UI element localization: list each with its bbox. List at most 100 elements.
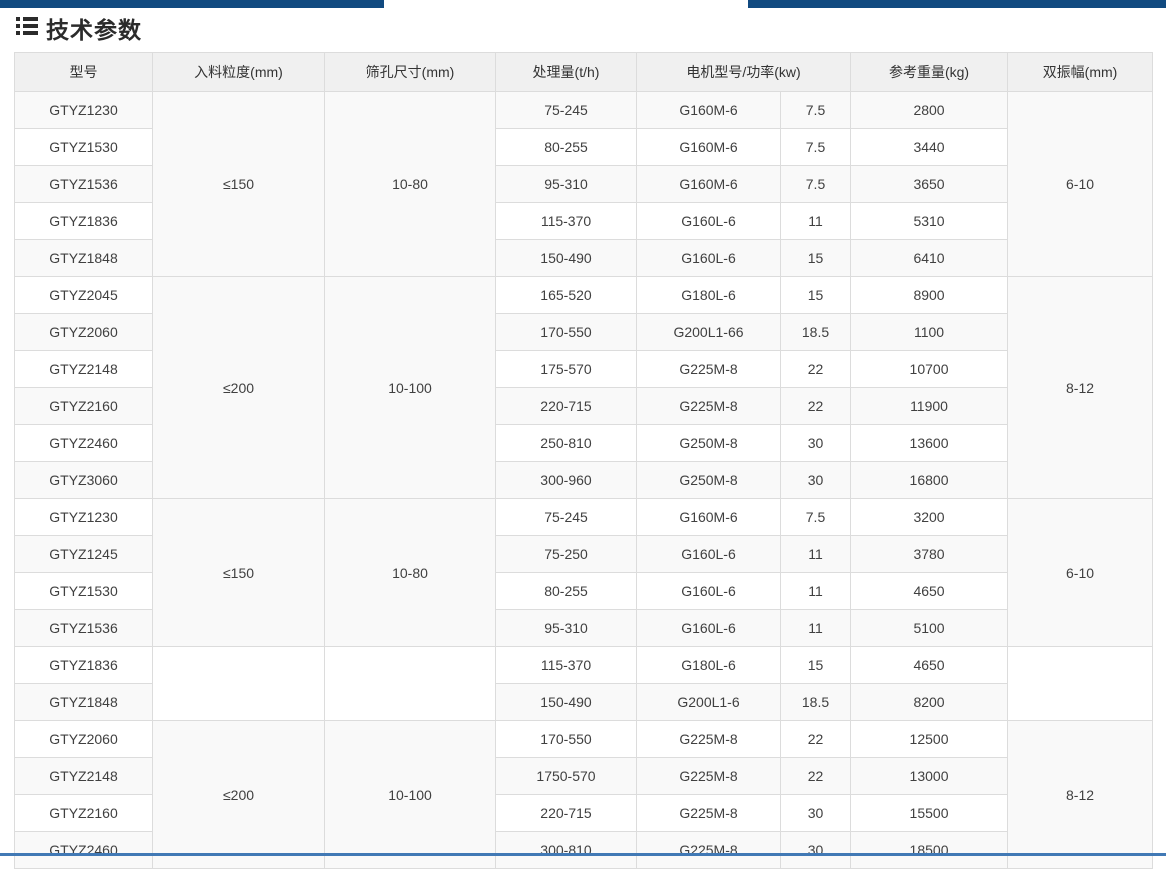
motor-cell: G225M-8 bbox=[637, 388, 781, 425]
weight-cell: 4650 bbox=[851, 573, 1008, 610]
power-cell: 15 bbox=[781, 277, 851, 314]
weight-cell: 4650 bbox=[851, 647, 1008, 684]
power-cell: 15 bbox=[781, 647, 851, 684]
model-cell: GTYZ1536 bbox=[15, 166, 153, 203]
motor-cell: G160M-6 bbox=[637, 499, 781, 536]
motor-cell: G160L-6 bbox=[637, 203, 781, 240]
capacity-cell: 220-715 bbox=[496, 388, 637, 425]
weight-cell: 8900 bbox=[851, 277, 1008, 314]
model-cell: GTYZ2148 bbox=[15, 758, 153, 795]
topbar-right-segment bbox=[748, 0, 1166, 8]
power-cell: 22 bbox=[781, 388, 851, 425]
model-cell: GTYZ1230 bbox=[15, 92, 153, 129]
model-cell: GTYZ2160 bbox=[15, 388, 153, 425]
amplitude-cell: 6-10 bbox=[1008, 499, 1153, 647]
section-header: 技术参数 bbox=[16, 8, 142, 48]
motor-cell: G160L-6 bbox=[637, 536, 781, 573]
model-cell: GTYZ1836 bbox=[15, 647, 153, 684]
capacity-cell: 75-245 bbox=[496, 499, 637, 536]
weight-cell: 6410 bbox=[851, 240, 1008, 277]
weight-cell: 18500 bbox=[851, 832, 1008, 869]
power-cell: 18.5 bbox=[781, 684, 851, 721]
model-cell: GTYZ1530 bbox=[15, 573, 153, 610]
spec-table-container: 型号 入料粒度(mm) 筛孔尺寸(mm) 处理量(t/h) 电机型号/功率(kw… bbox=[14, 52, 1153, 869]
capacity-cell: 115-370 bbox=[496, 647, 637, 684]
capacity-cell: 150-490 bbox=[496, 684, 637, 721]
header-sieve-size: 筛孔尺寸(mm) bbox=[325, 53, 496, 92]
sieve-size-cell: 10-100 bbox=[325, 277, 496, 499]
header-feed-size: 入料粒度(mm) bbox=[153, 53, 325, 92]
capacity-cell: 95-310 bbox=[496, 166, 637, 203]
weight-cell: 16800 bbox=[851, 462, 1008, 499]
weight-cell: 15500 bbox=[851, 795, 1008, 832]
motor-cell: G180L-6 bbox=[637, 647, 781, 684]
model-cell: GTYZ2060 bbox=[15, 721, 153, 758]
capacity-cell: 220-715 bbox=[496, 795, 637, 832]
weight-cell: 3650 bbox=[851, 166, 1008, 203]
model-cell: GTYZ2045 bbox=[15, 277, 153, 314]
page-title: 技术参数 bbox=[46, 11, 142, 45]
capacity-cell: 175-570 bbox=[496, 351, 637, 388]
model-cell: GTYZ2460 bbox=[15, 425, 153, 462]
motor-cell: G225M-8 bbox=[637, 351, 781, 388]
model-cell: GTYZ2060 bbox=[15, 314, 153, 351]
weight-cell: 11900 bbox=[851, 388, 1008, 425]
power-cell: 11 bbox=[781, 536, 851, 573]
motor-cell: G225M-8 bbox=[637, 758, 781, 795]
weight-cell: 5310 bbox=[851, 203, 1008, 240]
model-cell: GTYZ1245 bbox=[15, 536, 153, 573]
header-motor-power: 电机型号/功率(kw) bbox=[637, 53, 851, 92]
feed-size-cell: ≤200 bbox=[153, 277, 325, 499]
weight-cell: 5100 bbox=[851, 610, 1008, 647]
motor-cell: G225M-8 bbox=[637, 795, 781, 832]
topbar-left-segment bbox=[0, 0, 384, 8]
weight-cell: 13600 bbox=[851, 425, 1008, 462]
weight-cell: 1100 bbox=[851, 314, 1008, 351]
model-cell: GTYZ3060 bbox=[15, 462, 153, 499]
weight-cell: 2800 bbox=[851, 92, 1008, 129]
amplitude-cell: 6-10 bbox=[1008, 92, 1153, 277]
power-cell: 7.5 bbox=[781, 92, 851, 129]
power-cell: 7.5 bbox=[781, 129, 851, 166]
power-cell: 7.5 bbox=[781, 166, 851, 203]
header-model: 型号 bbox=[15, 53, 153, 92]
table-row: GTYZ2060 ≤200 10-100 170-550 G225M-8 22 … bbox=[15, 721, 1153, 758]
sieve-size-cell: 10-100 bbox=[325, 721, 496, 869]
model-cell: GTYZ1536 bbox=[15, 610, 153, 647]
capacity-cell: 95-310 bbox=[496, 610, 637, 647]
weight-cell: 3200 bbox=[851, 499, 1008, 536]
model-cell: GTYZ1848 bbox=[15, 684, 153, 721]
list-icon bbox=[16, 16, 38, 41]
feed-size-cell: ≤150 bbox=[153, 92, 325, 277]
model-cell: GTYZ2148 bbox=[15, 351, 153, 388]
header-amplitude: 双振幅(mm) bbox=[1008, 53, 1153, 92]
power-cell: 30 bbox=[781, 425, 851, 462]
power-cell: 11 bbox=[781, 203, 851, 240]
capacity-cell: 170-550 bbox=[496, 314, 637, 351]
capacity-cell: 75-245 bbox=[496, 92, 637, 129]
weight-cell: 13000 bbox=[851, 758, 1008, 795]
power-cell: 11 bbox=[781, 610, 851, 647]
sieve-size-cell bbox=[325, 647, 496, 721]
power-cell: 30 bbox=[781, 462, 851, 499]
table-row: GTYZ1836 115-370 G180L-6 15 4650 bbox=[15, 647, 1153, 684]
amplitude-cell: 8-12 bbox=[1008, 277, 1153, 499]
model-cell: GTYZ1230 bbox=[15, 499, 153, 536]
power-cell: 22 bbox=[781, 721, 851, 758]
motor-cell: G200L1-66 bbox=[637, 314, 781, 351]
motor-cell: G160M-6 bbox=[637, 129, 781, 166]
power-cell: 7.5 bbox=[781, 499, 851, 536]
header-weight: 参考重量(kg) bbox=[851, 53, 1008, 92]
power-cell: 18.5 bbox=[781, 314, 851, 351]
table-header-row: 型号 入料粒度(mm) 筛孔尺寸(mm) 处理量(t/h) 电机型号/功率(kw… bbox=[15, 53, 1153, 92]
capacity-cell: 1750-570 bbox=[496, 758, 637, 795]
capacity-cell: 170-550 bbox=[496, 721, 637, 758]
motor-cell: G160L-6 bbox=[637, 573, 781, 610]
sieve-size-cell: 10-80 bbox=[325, 499, 496, 647]
motor-cell: G160L-6 bbox=[637, 240, 781, 277]
amplitude-cell: 8-12 bbox=[1008, 721, 1153, 869]
header-capacity: 处理量(t/h) bbox=[496, 53, 637, 92]
power-cell: 22 bbox=[781, 351, 851, 388]
motor-cell: G225M-8 bbox=[637, 721, 781, 758]
capacity-cell: 165-520 bbox=[496, 277, 637, 314]
